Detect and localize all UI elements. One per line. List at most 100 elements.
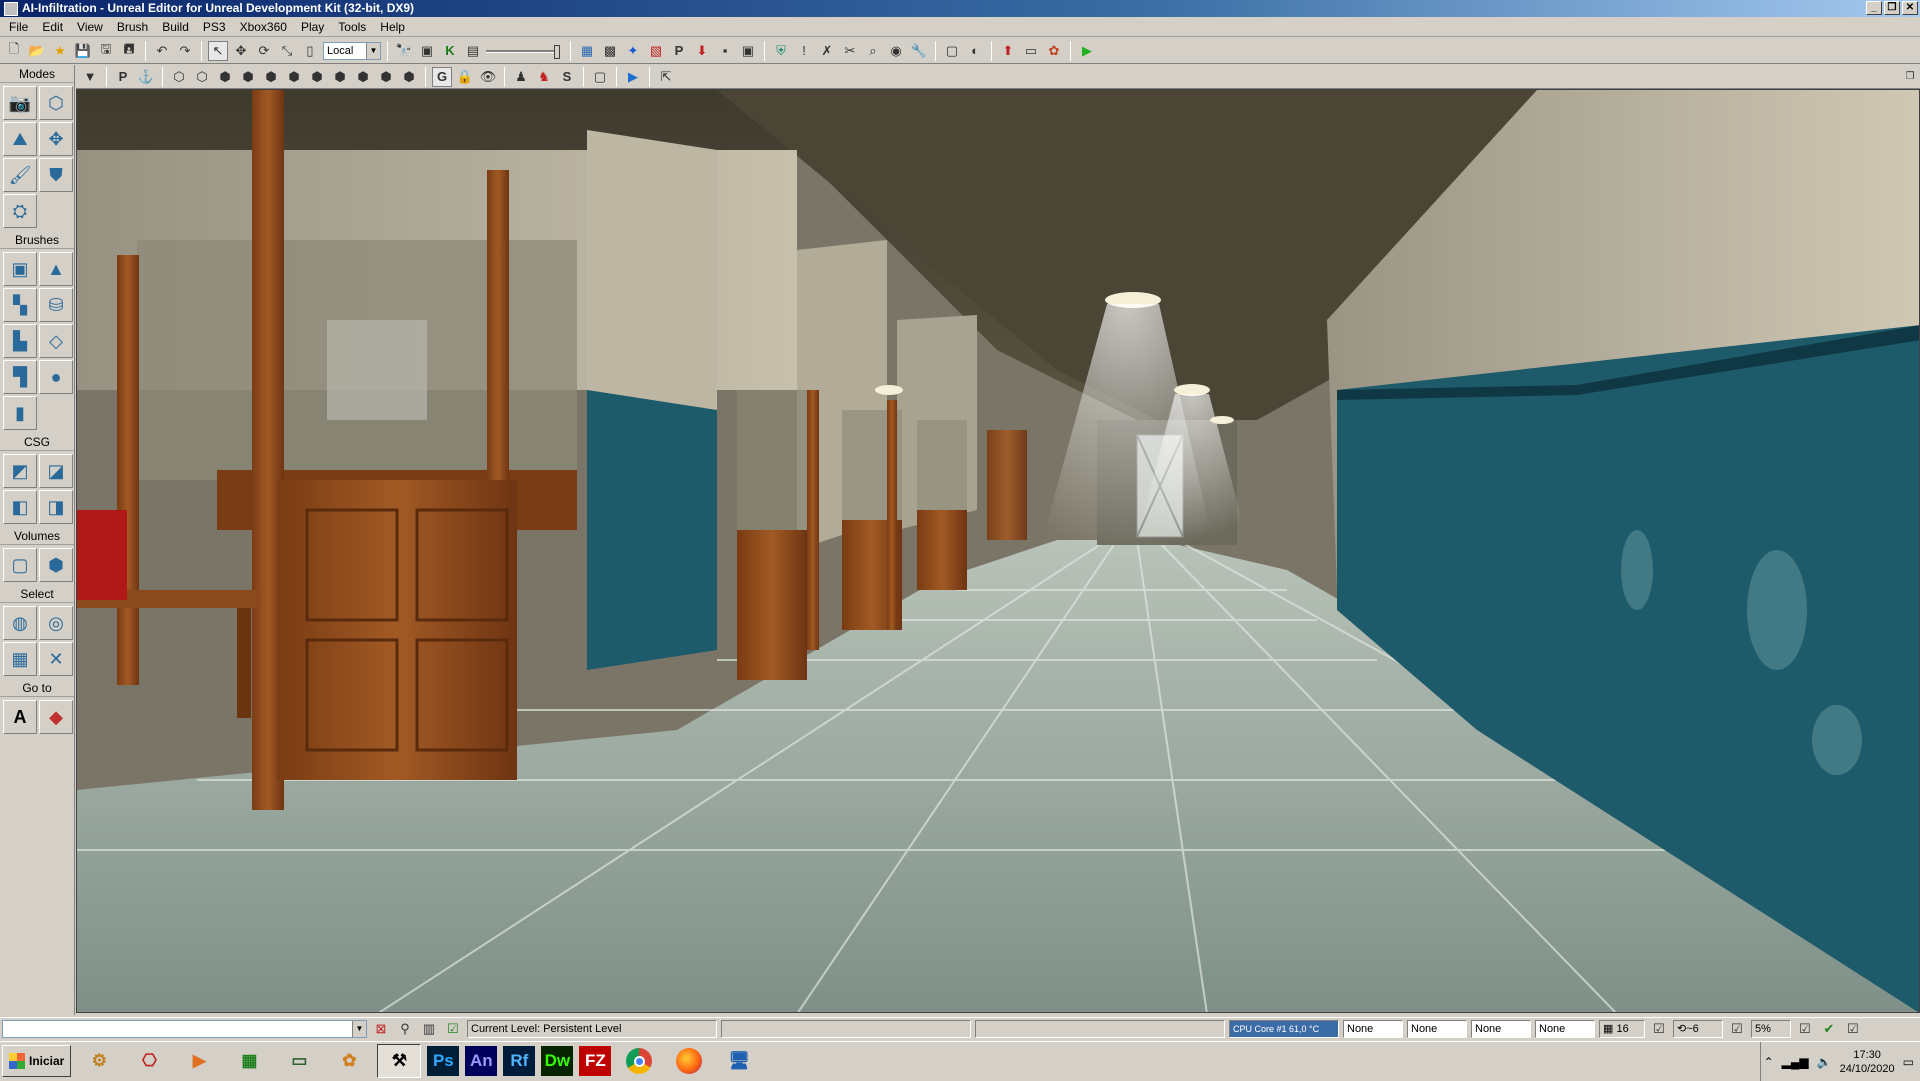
static-mesh-mode-icon[interactable]: ⛭	[3, 194, 37, 228]
csg-subtract-icon[interactable]: ◪	[39, 454, 73, 488]
filezilla-icon[interactable]: FZ	[579, 1046, 612, 1076]
build-geometry-icon[interactable]: ▦	[577, 41, 597, 61]
select-surfaces-icon[interactable]: ▦	[3, 642, 37, 676]
rotate-icon[interactable]: ⟳	[254, 41, 274, 61]
maximize-viewport-icon[interactable]: ▢	[590, 67, 610, 87]
new-file-icon[interactable]: 🗋	[4, 41, 24, 61]
sound-actor-icon[interactable]: ♞	[534, 67, 554, 87]
geometry-mode-icon[interactable]: ⬡	[39, 86, 73, 120]
chrome-icon[interactable]	[617, 1044, 661, 1078]
pin-icon[interactable]: ǃ	[794, 41, 814, 61]
menu-play[interactable]: Play	[294, 20, 331, 34]
csg-deintersect-icon[interactable]: ◨	[39, 490, 73, 524]
perspective-viewport[interactable]	[76, 89, 1920, 1013]
rotation-toggle-checkbox[interactable]: ☑	[1727, 1019, 1747, 1039]
clock[interactable]: 17:30 24/10/2020	[1840, 1048, 1895, 1076]
reflow-icon[interactable]: Rf	[503, 1046, 536, 1076]
lightmass-icon[interactable]: ▣	[738, 41, 758, 61]
viewport-menu-icon[interactable]: ▼	[80, 67, 100, 87]
notification-icon[interactable]: ▭	[1903, 1055, 1914, 1069]
start-button[interactable]: Iniciar	[2, 1045, 72, 1077]
actor-icon[interactable]: ♟	[511, 67, 531, 87]
lighting-quality-icon[interactable]: ▪	[715, 41, 735, 61]
command-input[interactable]: ▼	[2, 1019, 367, 1038]
move-mode-icon[interactable]: ✥	[39, 122, 73, 156]
pdf-icon[interactable]: ⎔	[127, 1044, 171, 1078]
minimize-button[interactable]: _	[1866, 1, 1882, 15]
lock-icon[interactable]: 🔒	[455, 67, 475, 87]
restore-button[interactable]: ❐	[1884, 1, 1900, 15]
viewport-restore-icon[interactable]: ❐	[1900, 67, 1920, 87]
detail-lighting-icon[interactable]: ⬢	[261, 67, 281, 87]
drag-grid-field-4[interactable]: None	[1535, 1019, 1595, 1038]
build-all-icon[interactable]: ⬇	[692, 41, 712, 61]
build-lighting-icon[interactable]: ▩	[600, 41, 620, 61]
open-folder-icon[interactable]: 📂	[27, 41, 47, 61]
console-icon[interactable]: ▢	[942, 41, 962, 61]
perspective-toggle[interactable]: P	[113, 67, 133, 87]
game-view-toggle[interactable]: G	[432, 66, 452, 87]
menu-brush[interactable]: Brush	[110, 20, 155, 34]
menu-ps3[interactable]: PS3	[196, 20, 233, 34]
pop-out-icon[interactable]: ⇱	[656, 67, 676, 87]
cone-brush-icon[interactable]: ▲	[39, 252, 73, 286]
scale-icon[interactable]: ⤡	[277, 41, 297, 61]
lock-viewport-icon[interactable]: ⚓	[136, 67, 156, 87]
build-cover-icon[interactable]: ▧	[646, 41, 666, 61]
menu-file[interactable]: File	[2, 20, 35, 34]
matinee-icon[interactable]: ◉	[886, 41, 906, 61]
brush-wireframe-icon[interactable]: ⬡	[169, 67, 189, 87]
wrench-icon[interactable]: 🔧	[909, 41, 929, 61]
firefox-icon[interactable]	[667, 1044, 711, 1078]
favorites-icon[interactable]: ★	[50, 41, 70, 61]
network-icon[interactable]: ✿	[327, 1044, 371, 1078]
camera-mode-icon[interactable]: 📷	[3, 86, 37, 120]
coordinate-system-select[interactable]: Local ▼	[323, 41, 381, 60]
deselect-icon[interactable]: ✕	[39, 642, 73, 676]
binoculars-icon[interactable]: 🔭	[394, 41, 414, 61]
tray-expand-icon[interactable]: ⌃	[1764, 1055, 1774, 1069]
play-on-console-icon[interactable]: ▭	[1021, 41, 1041, 61]
select-cursor-icon[interactable]: ↖	[208, 40, 228, 61]
texture-browser-icon[interactable]: ▣	[417, 41, 437, 61]
checkbox-icon[interactable]: ☑	[443, 1019, 463, 1039]
dreamweaver-icon[interactable]: Dw	[541, 1046, 574, 1076]
shader-complexity-icon[interactable]: ⬢	[353, 67, 373, 87]
autosave-checkbox[interactable]: ☑	[1843, 1019, 1863, 1039]
bone-tool-icon[interactable]: ✗	[817, 41, 837, 61]
lightmap-density-icon[interactable]: ⬢	[376, 67, 396, 87]
drag-grid-field-3[interactable]: None	[1471, 1019, 1531, 1038]
wireframe-icon[interactable]: ⬡	[192, 67, 212, 87]
photoshop-icon[interactable]: Ps	[427, 1046, 460, 1076]
content-browser-icon[interactable]: ▤	[463, 41, 483, 61]
sphere-brush-icon[interactable]: ●	[39, 360, 73, 394]
lit-icon[interactable]: ⬢	[238, 67, 258, 87]
globe-icon[interactable]: ◐	[965, 41, 985, 61]
csg-add-icon[interactable]: ◩	[3, 454, 37, 488]
translate-icon[interactable]: ✥	[231, 41, 251, 61]
camera-speed-slider[interactable]	[486, 42, 564, 60]
realtime-audio-icon[interactable]: ⚲	[395, 1019, 415, 1039]
undo-icon[interactable]: ↶	[152, 41, 172, 61]
save-icon[interactable]: 💾	[73, 41, 93, 61]
menu-tools[interactable]: Tools	[331, 20, 373, 34]
sheet-brush-icon[interactable]: ◇	[39, 324, 73, 358]
save-as-icon[interactable]: 🖪	[119, 41, 139, 61]
settings-icon[interactable]: ⚙	[77, 1044, 121, 1078]
monitor-icon[interactable]: ▭	[277, 1044, 321, 1078]
launch-icon[interactable]: ✿	[1044, 41, 1064, 61]
rotation-grid[interactable]: ⟲~6	[1673, 1019, 1723, 1038]
cylinder-brush-icon[interactable]: ⛁	[39, 288, 73, 322]
drag-grid-field-2[interactable]: None	[1407, 1019, 1467, 1038]
pie-toggle-icon[interactable]: ⊠	[371, 1019, 391, 1039]
chart-app-icon[interactable]: ▦	[227, 1044, 271, 1078]
drag-grid-field-1[interactable]: None	[1343, 1019, 1403, 1038]
save-all-icon[interactable]: 🖫	[96, 41, 116, 61]
pathing-icon[interactable]: P	[669, 41, 689, 61]
scale-nonuniform-icon[interactable]: ▯	[300, 41, 320, 61]
close-button[interactable]: ✕	[1902, 1, 1918, 15]
streaming-toggle[interactable]: S	[557, 67, 577, 87]
mesh-paint-icon[interactable]: ⛊	[39, 158, 73, 192]
cube-brush-icon[interactable]: ▣	[3, 252, 37, 286]
menu-xbox360[interactable]: Xbox360	[233, 20, 294, 34]
